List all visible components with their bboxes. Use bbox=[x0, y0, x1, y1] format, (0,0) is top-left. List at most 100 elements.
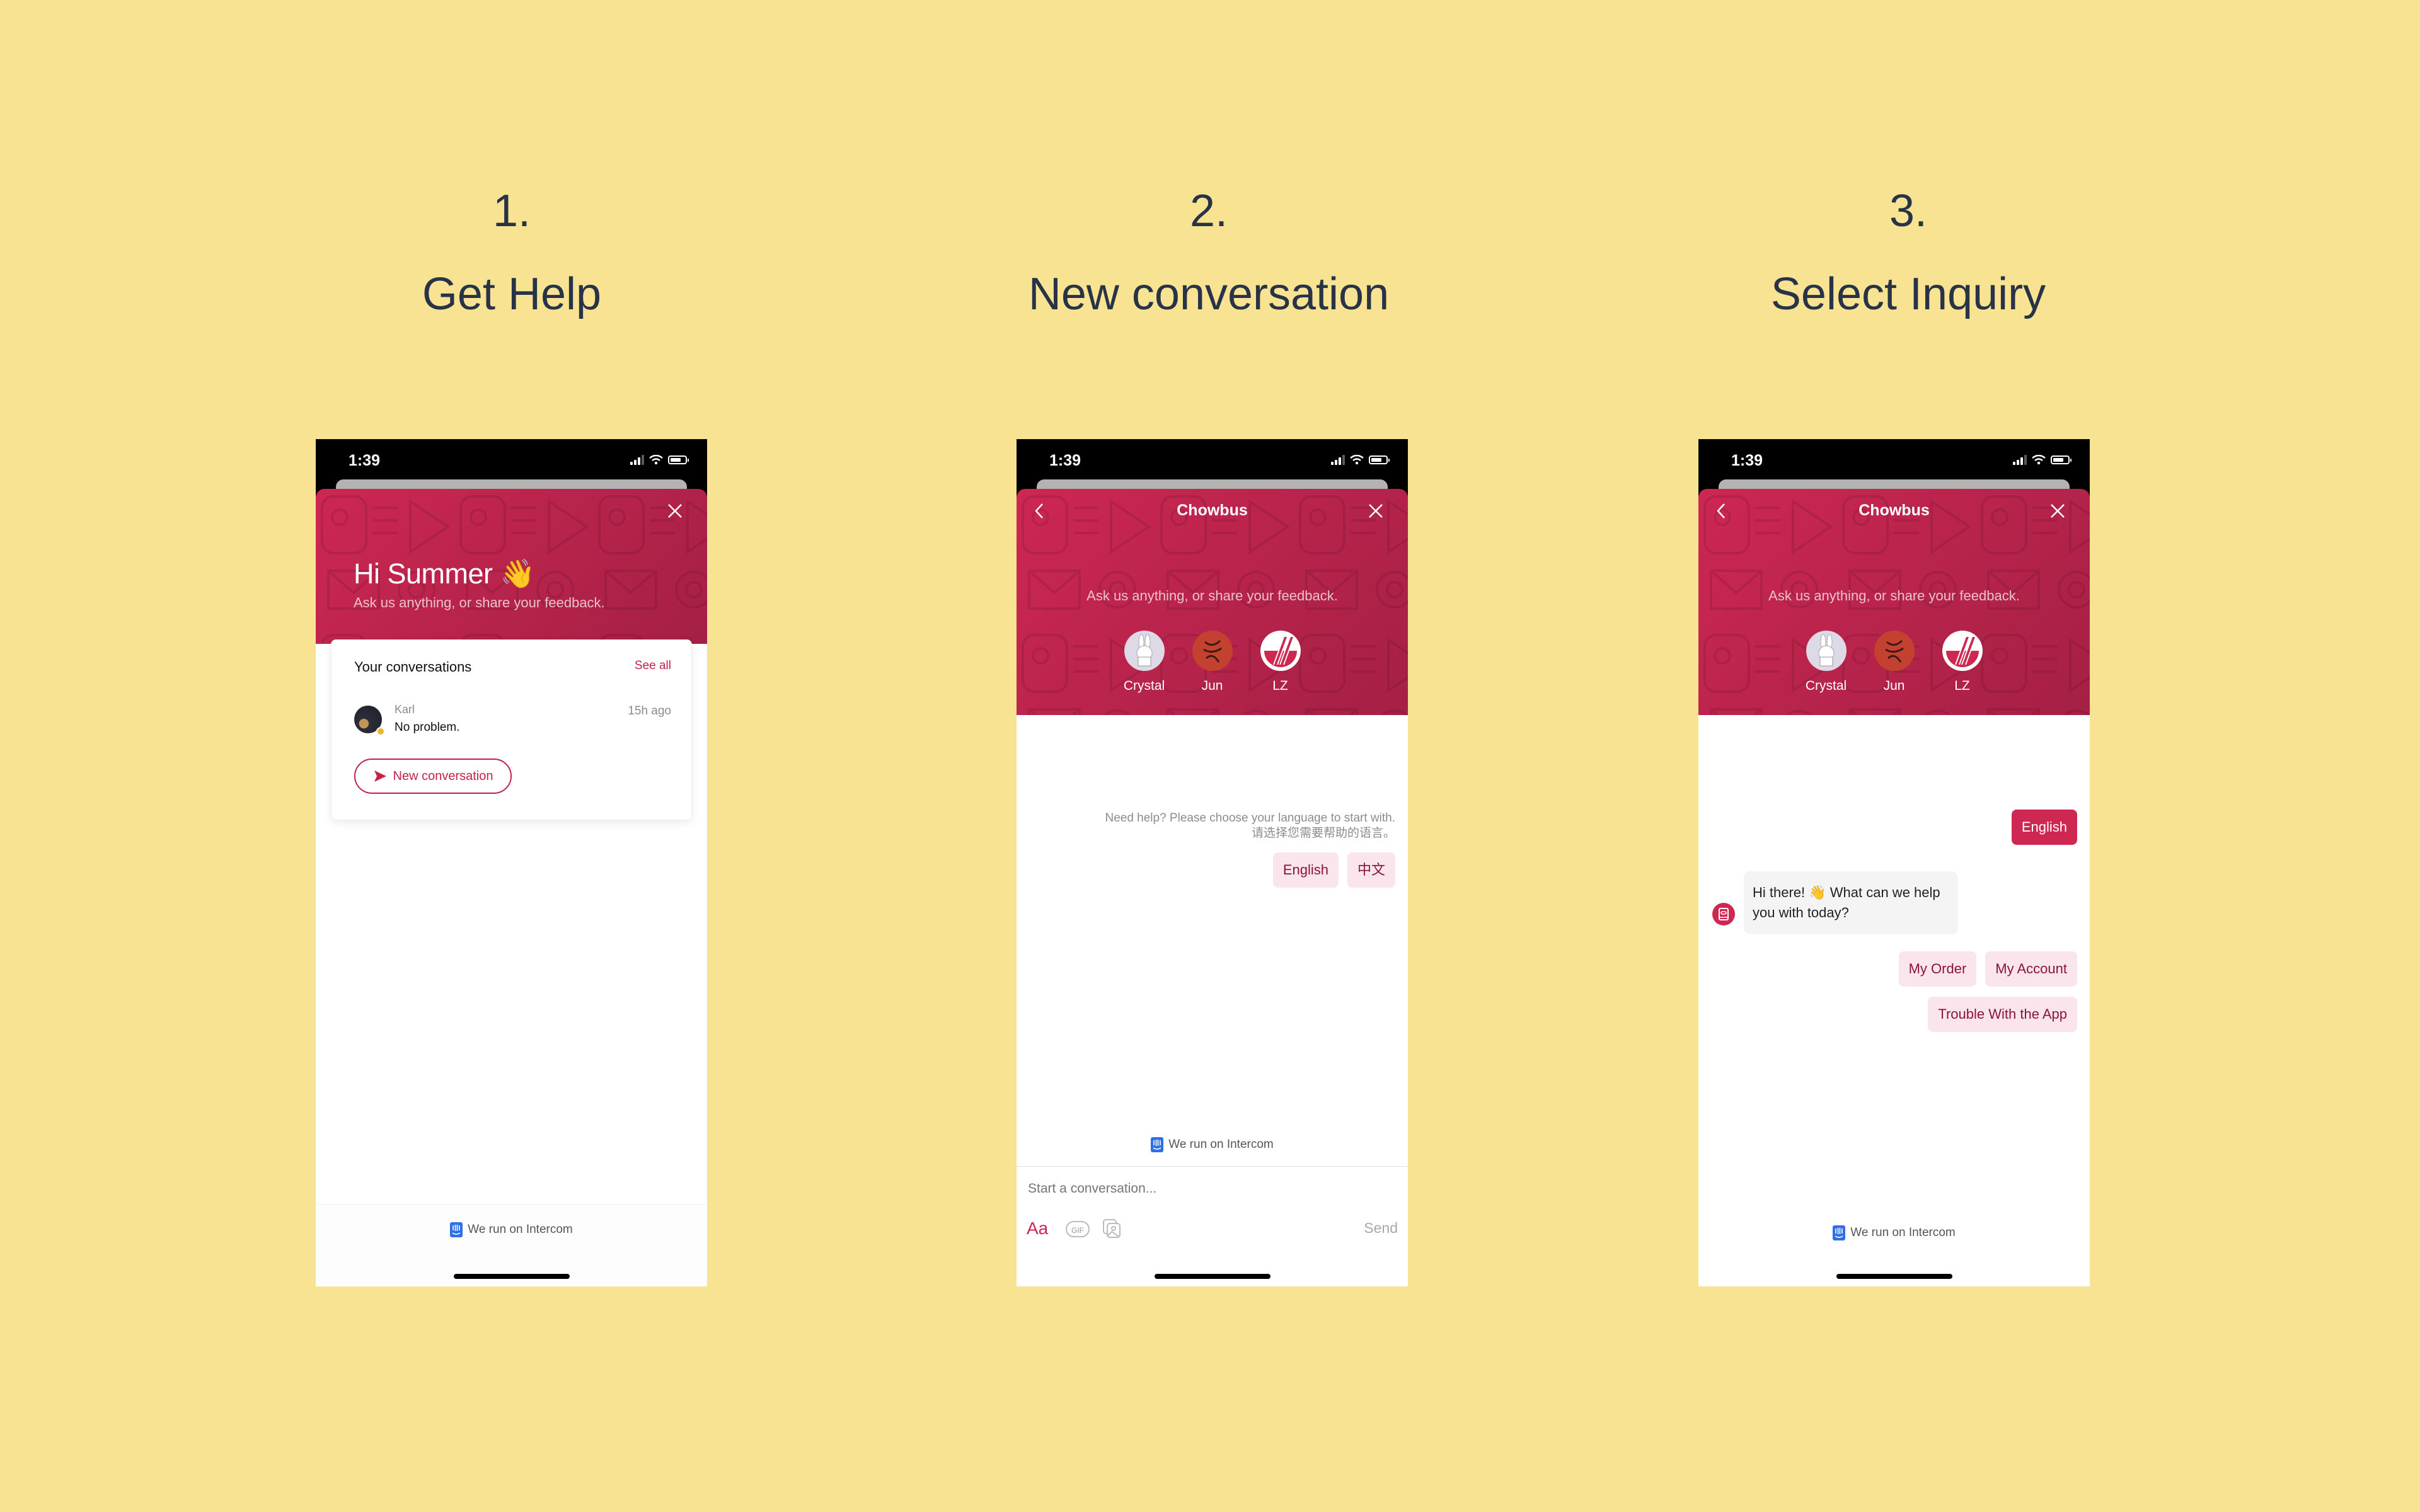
status-icons bbox=[2013, 455, 2071, 465]
avatar-lz bbox=[1260, 631, 1301, 671]
status-time: 1:39 bbox=[1731, 452, 1763, 469]
signal-icon bbox=[2013, 455, 2027, 465]
home-indicator bbox=[453, 1274, 570, 1279]
avatar-jun bbox=[1874, 631, 1915, 671]
team-member: LZ bbox=[1937, 631, 1988, 694]
intercom-logo-icon bbox=[450, 1222, 463, 1237]
team-member-name: Jun bbox=[1201, 679, 1223, 693]
new-conversation-button[interactable]: New conversation bbox=[354, 759, 512, 794]
messenger-header: Hi Summer 👋 Ask us anything, or share yo… bbox=[316, 489, 707, 644]
header-subtitle: Ask us anything, or share your feedback. bbox=[1086, 588, 1338, 604]
new-conversation-label: New conversation bbox=[393, 769, 493, 783]
footer: We run on Intercom bbox=[316, 1204, 707, 1286]
close-icon[interactable] bbox=[2048, 501, 2067, 520]
reply-option-my-order[interactable]: My Order bbox=[1898, 951, 1977, 987]
team-member: Jun bbox=[1869, 631, 1920, 694]
intercom-badge[interactable]: We run on Intercom bbox=[1698, 1225, 2090, 1240]
bot-book-icon bbox=[1719, 908, 1729, 920]
battery-icon bbox=[2051, 455, 2071, 464]
avatar-lz bbox=[1942, 631, 1983, 671]
reply-option-trouble-with-app[interactable]: Trouble With the App bbox=[1928, 997, 2077, 1032]
intercom-text: We run on Intercom bbox=[1168, 1138, 1274, 1151]
gif-button[interactable]: GIF bbox=[1066, 1221, 1090, 1237]
status-time: 1:39 bbox=[349, 452, 381, 469]
format-text-button[interactable]: Aa bbox=[1027, 1218, 1048, 1239]
signal-icon bbox=[1331, 455, 1345, 465]
team-member-name: LZ bbox=[1272, 679, 1288, 693]
team-member-name: Crystal bbox=[1123, 679, 1165, 693]
intercom-badge[interactable]: We run on Intercom bbox=[316, 1222, 707, 1237]
inquiry-options-row-2: Trouble With the App bbox=[1928, 997, 2077, 1032]
battery-icon bbox=[668, 455, 689, 464]
header-subtitle: Ask us anything, or share your feedback. bbox=[1768, 588, 2020, 604]
conversation-item[interactable]: Karl No problem. 15h ago bbox=[354, 703, 671, 741]
intercom-badge[interactable]: We run on Intercom bbox=[1017, 1137, 1408, 1152]
language-options: English 中文 bbox=[1272, 852, 1395, 888]
phone-screen-select-inquiry: 1:39 Chowbus Ask us anything, or share y… bbox=[1698, 439, 2090, 1286]
message-input[interactable] bbox=[1027, 1181, 1294, 1197]
conversations-heading: Your conversations bbox=[354, 659, 472, 675]
messenger-header: Chowbus Ask us anything, or share your f… bbox=[1698, 489, 2090, 715]
intercom-text: We run on Intercom bbox=[468, 1223, 573, 1236]
step-number: 2. bbox=[1189, 186, 1228, 236]
bot-message-bubble: Hi there! 👋 What can we help you with to… bbox=[1744, 871, 1958, 934]
greeting-subtitle: Ask us anything, or share your feedback. bbox=[354, 595, 605, 610]
reply-option-my-account[interactable]: My Account bbox=[1985, 951, 2077, 987]
intercom-text: We run on Intercom bbox=[1850, 1226, 1956, 1239]
bot-avatar bbox=[1712, 903, 1735, 925]
send-button[interactable]: Send bbox=[1364, 1220, 1398, 1237]
team-member-name: LZ bbox=[1954, 679, 1970, 693]
team-member-name: Jun bbox=[1883, 679, 1905, 693]
step-3-heading: 3. Select Inquiry bbox=[1625, 176, 2192, 329]
step-title: Select Inquiry bbox=[1770, 269, 2046, 319]
team-avatars: Crystal Jun LZ bbox=[1017, 631, 1408, 694]
conversation-preview: No problem. bbox=[395, 721, 460, 734]
step-title: Get Help bbox=[422, 269, 602, 319]
intercom-logo-icon bbox=[1151, 1137, 1164, 1152]
sent-reply-row: English bbox=[2011, 810, 2077, 845]
inquiry-options-row-1: My Order My Account bbox=[1898, 951, 2077, 987]
avatar-crystal bbox=[1806, 631, 1847, 671]
reply-option-chinese[interactable]: 中文 bbox=[1347, 852, 1395, 888]
conversation-sender: Karl bbox=[395, 703, 415, 716]
close-icon[interactable] bbox=[1366, 501, 1385, 520]
phone-screen-get-help: 1:39 Hi Summer 👋 Ask us anything, or sha… bbox=[316, 439, 707, 1286]
user-reply-bubble: English bbox=[2011, 810, 2077, 845]
step-1-heading: 1. Get Help bbox=[228, 176, 795, 329]
send-icon bbox=[374, 770, 386, 782]
home-indicator bbox=[1836, 1274, 1952, 1279]
team-member: Crystal bbox=[1119, 631, 1170, 694]
step-number: 1. bbox=[492, 186, 531, 236]
team-member: Jun bbox=[1187, 631, 1238, 694]
language-prompt-zh: 请选择您需要帮助的语言。 bbox=[1251, 827, 1395, 840]
header-title: Chowbus bbox=[1858, 501, 1930, 519]
image-upload-icon[interactable] bbox=[1102, 1218, 1121, 1239]
wifi-icon bbox=[1350, 455, 1364, 465]
see-all-link[interactable]: See all bbox=[635, 659, 671, 673]
reply-option-english[interactable]: English bbox=[1272, 852, 1339, 888]
status-time: 1:39 bbox=[1049, 452, 1081, 469]
close-icon[interactable] bbox=[666, 501, 684, 520]
team-member: LZ bbox=[1255, 631, 1306, 694]
language-prompt: Need help? Please choose your language t… bbox=[1105, 811, 1395, 841]
step-2-heading: 2. New conversation bbox=[925, 176, 1492, 329]
signal-icon bbox=[630, 455, 644, 465]
message-composer: Aa GIF Send bbox=[1017, 1166, 1408, 1286]
language-prompt-en: Need help? Please choose your language t… bbox=[1105, 811, 1395, 825]
team-member: Crystal bbox=[1801, 631, 1852, 694]
team-member-name: Crystal bbox=[1805, 679, 1847, 693]
status-icons bbox=[630, 455, 689, 465]
step-number: 3. bbox=[1889, 186, 1928, 236]
greeting-title: Hi Summer 👋 bbox=[354, 558, 536, 590]
conversation-time: 15h ago bbox=[628, 704, 671, 718]
header-title: Chowbus bbox=[1177, 501, 1248, 519]
avatar-crystal bbox=[1124, 631, 1165, 671]
team-avatars: Crystal Jun LZ bbox=[1698, 631, 2090, 694]
step-title: New conversation bbox=[1028, 269, 1390, 319]
phone-screen-new-conversation: 1:39 Chowbus Ask us anything, or share y… bbox=[1017, 439, 1408, 1286]
avatar-jun bbox=[1192, 631, 1233, 671]
battery-icon bbox=[1369, 455, 1390, 464]
conversations-card: Your conversations See all Karl No probl… bbox=[331, 639, 692, 820]
wifi-icon bbox=[2032, 455, 2046, 465]
messenger-header: Chowbus Ask us anything, or share your f… bbox=[1017, 489, 1408, 715]
